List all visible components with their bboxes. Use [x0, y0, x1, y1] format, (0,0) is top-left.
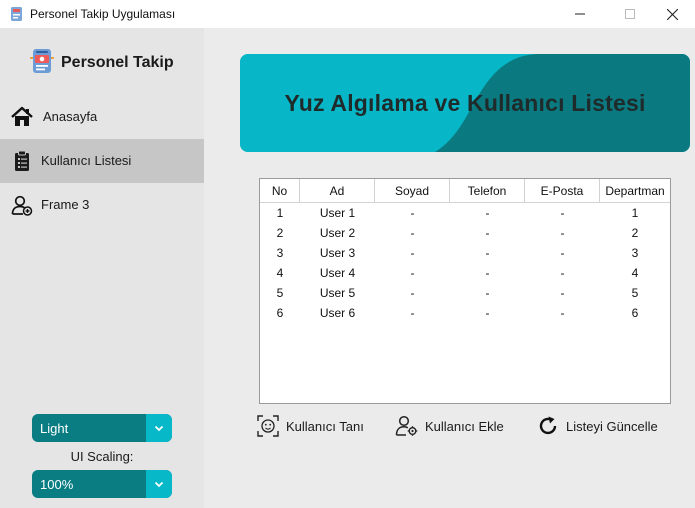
refresh-list-button[interactable]: Listeyi Güncelle	[536, 413, 658, 439]
ui-scaling-value: 100%	[40, 476, 74, 492]
table-header: No Ad Soyad Telefon E-Posta Departman	[260, 179, 670, 203]
user-table[interactable]: No Ad Soyad Telefon E-Posta Departman 1 …	[259, 178, 671, 404]
table-cell: User 4	[319, 266, 356, 280]
column-header-eposta[interactable]: E-Posta	[525, 179, 600, 203]
table-cell: -	[560, 206, 565, 220]
minimize-button[interactable]	[557, 0, 603, 28]
sidebar-item-frame-3[interactable]: Frame 3	[0, 183, 204, 227]
table-cell: -	[560, 286, 565, 300]
table-cell: -	[410, 306, 415, 320]
sidebar-item-anasayfa[interactable]: Anasayfa	[0, 95, 204, 139]
column-header-soyad[interactable]: Soyad	[375, 179, 450, 203]
sidebar-item-label: Frame 3	[41, 197, 90, 212]
home-icon	[11, 106, 33, 128]
table-cell: -	[485, 306, 490, 320]
table-row[interactable]: 2 User 2 - - - 2	[260, 223, 670, 243]
table-cell: -	[485, 246, 490, 260]
app-logo-icon	[30, 48, 54, 79]
table-cell: User 5	[319, 286, 356, 300]
column-header-ad[interactable]: Ad	[300, 179, 375, 203]
user-settings-icon	[395, 414, 419, 438]
brand: Personel Takip	[30, 48, 174, 78]
sidebar: Personel Takip Anasayfa Kullanıcı Listes…	[0, 28, 204, 508]
chevron-down-icon[interactable]	[146, 414, 172, 442]
table-cell: 4	[276, 266, 284, 280]
maximize-button[interactable]	[607, 0, 653, 28]
table-cell: 6	[631, 306, 639, 320]
column-header-telefon[interactable]: Telefon	[450, 179, 525, 203]
table-cell: -	[485, 226, 490, 240]
header-banner: Yuz Algılama ve Kullanıcı Listesi	[240, 54, 690, 152]
table-cell: -	[410, 226, 415, 240]
table-cell: -	[410, 266, 415, 280]
table-row[interactable]: 1 User 1 - - - 1	[260, 203, 670, 223]
ui-scaling-label: UI Scaling:	[70, 449, 134, 464]
table-cell: 1	[631, 206, 639, 220]
chevron-down-icon[interactable]	[146, 470, 172, 498]
table-cell: 5	[631, 286, 639, 300]
table-cell: -	[560, 246, 565, 260]
table-cell: 4	[631, 266, 639, 280]
close-button[interactable]	[649, 0, 695, 28]
user-add-icon	[11, 194, 33, 216]
table-cell: 2	[276, 226, 284, 240]
table-row[interactable]: 4 User 4 - - - 4	[260, 263, 670, 283]
table-cell: User 6	[319, 306, 356, 320]
table-cell: 5	[276, 286, 284, 300]
table-cell: -	[485, 286, 490, 300]
clipboard-icon	[11, 150, 33, 172]
table-cell: -	[410, 206, 415, 220]
close-icon	[666, 8, 678, 20]
refresh-list-label: Listeyi Güncelle	[566, 418, 658, 434]
minimize-icon	[575, 13, 585, 15]
table-cell: -	[485, 206, 490, 220]
recognize-user-label: Kullanıcı Tanı	[286, 418, 364, 434]
window-title: Personel Takip Uygulaması	[30, 7, 176, 21]
table-cell: 3	[276, 246, 284, 260]
recognize-user-button[interactable]: Kullanıcı Tanı	[256, 413, 364, 439]
table-cell: -	[560, 226, 565, 240]
appearance-mode-select[interactable]: Light	[32, 414, 172, 442]
face-scan-icon	[256, 414, 280, 438]
table-cell: -	[560, 306, 565, 320]
brand-label: Personel Takip	[61, 54, 174, 71]
maximize-icon	[625, 9, 635, 19]
sidebar-item-label: Anasayfa	[43, 109, 98, 124]
table-cell: -	[410, 246, 415, 260]
column-header-departman[interactable]: Departman	[600, 179, 670, 203]
table-cell: 1	[276, 206, 284, 220]
table-cell: -	[485, 266, 490, 280]
table-cell: -	[560, 266, 565, 280]
table-cell: User 3	[319, 246, 356, 260]
sidebar-item-kullanici-listesi[interactable]: Kullanıcı Listesi	[0, 139, 204, 183]
table-cell: User 1	[319, 206, 356, 220]
table-cell: 6	[276, 306, 284, 320]
table-row[interactable]: 3 User 3 - - - 3	[260, 243, 670, 263]
column-header-no[interactable]: No	[260, 179, 300, 203]
app-icon	[9, 6, 24, 22]
refresh-icon	[536, 414, 560, 438]
sidebar-item-label: Kullanıcı Listesi	[41, 153, 132, 168]
table-row[interactable]: 5 User 5 - - - 5	[260, 283, 670, 303]
page-title: Yuz Algılama ve Kullanıcı Listesi	[284, 90, 646, 116]
table-cell: -	[410, 286, 415, 300]
title-bar: Personel Takip Uygulaması	[0, 0, 695, 28]
table-cell: 2	[631, 226, 639, 240]
table-cell: User 2	[319, 226, 356, 240]
ui-scaling-select[interactable]: 100%	[32, 470, 172, 498]
appearance-mode-value: Light	[40, 420, 69, 436]
table-row[interactable]: 6 User 6 - - - 6	[260, 303, 670, 323]
add-user-button[interactable]: Kullanıcı Ekle	[395, 413, 504, 439]
table-cell: 3	[631, 246, 639, 260]
add-user-label: Kullanıcı Ekle	[425, 418, 504, 434]
